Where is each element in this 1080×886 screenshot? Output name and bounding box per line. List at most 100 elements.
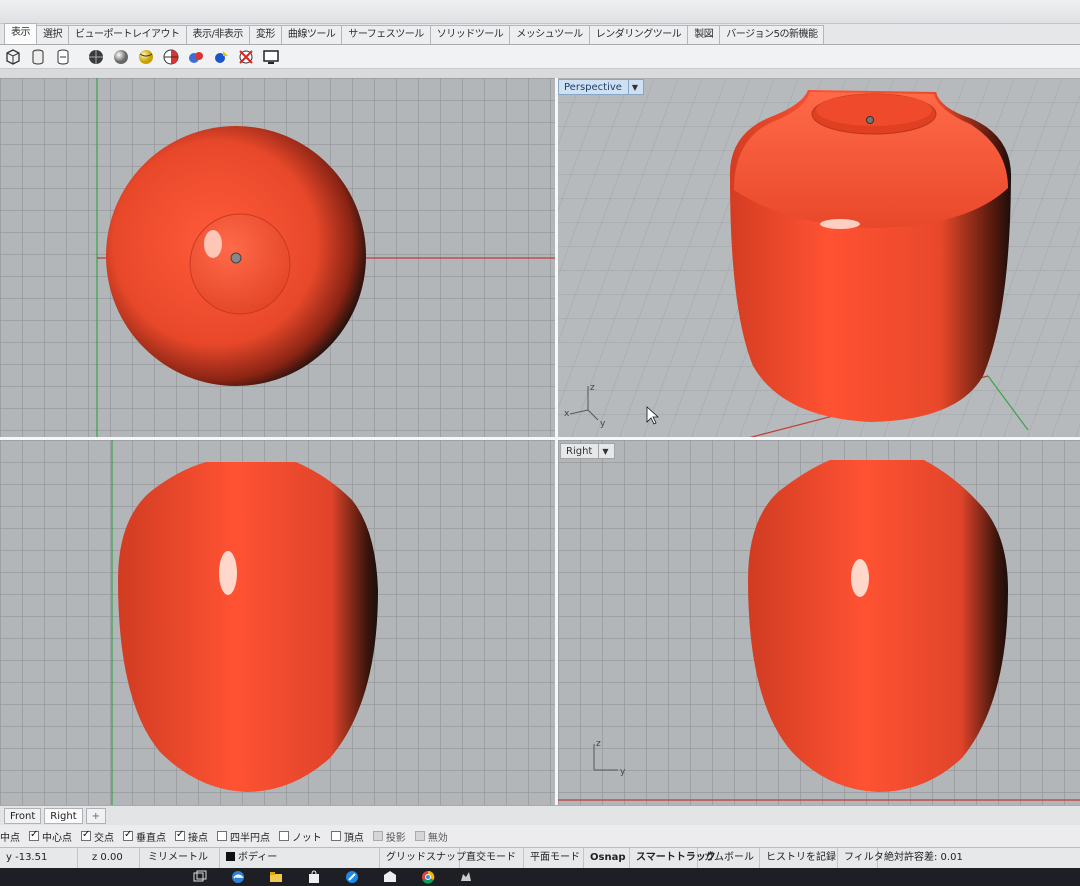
rhino-icon[interactable]: [456, 870, 476, 884]
tab-new-in-v5[interactable]: バージョン5の新機能: [719, 25, 825, 44]
gumball-toggle[interactable]: ガムボール: [698, 847, 760, 869]
display-toolbar: [0, 45, 1080, 69]
right-title: Right: [566, 445, 593, 457]
tab-select[interactable]: 選択: [36, 25, 69, 44]
osnap-vertex[interactable]: 頂点: [330, 829, 364, 844]
tab-render-tools[interactable]: レンダリングツール: [588, 25, 689, 44]
shaded-view-icon[interactable]: [27, 47, 48, 67]
grid-snap-toggle[interactable]: グリッドスナップ: [380, 847, 466, 869]
perspective-scene: z x y: [558, 78, 1080, 437]
osnap-tangent[interactable]: 接点: [175, 829, 208, 844]
viewport-tab-right[interactable]: Right: [44, 807, 83, 824]
paint-icon[interactable]: [342, 870, 362, 884]
tab-solid-tools[interactable]: ソリッドツール: [429, 25, 511, 44]
checkbox[interactable]: [29, 829, 39, 841]
perspective-viewport-label[interactable]: Perspective ▼: [558, 79, 645, 95]
render-icon[interactable]: [210, 47, 231, 67]
checkbox[interactable]: [123, 829, 133, 841]
front-highlight: [219, 551, 237, 595]
viewport-tab-front[interactable]: Front: [4, 807, 42, 824]
tab-curve-tools[interactable]: 曲線ツール: [280, 25, 343, 44]
ghosted-view-icon[interactable]: [85, 47, 106, 67]
store-icon[interactable]: [304, 870, 324, 884]
osnap-perpendicular[interactable]: 垂直点: [123, 829, 166, 844]
add-viewport-tab-button[interactable]: +: [85, 807, 107, 824]
egg-opening-inner: [816, 94, 932, 126]
light-icon[interactable]: [260, 47, 281, 67]
osnap-midpoint[interactable]: 中点: [0, 829, 20, 844]
wireframe-view-icon[interactable]: [2, 47, 23, 67]
chevron-down-icon[interactable]: ▼: [598, 443, 609, 459]
artistic-view-icon[interactable]: [160, 47, 181, 67]
rendered-view-icon[interactable]: [52, 47, 73, 67]
windows-taskbar: [0, 868, 1080, 886]
chevron-down-icon[interactable]: ▼: [627, 79, 638, 95]
top-viewport[interactable]: [0, 78, 555, 437]
top-hole-shape: [230, 252, 242, 264]
perspective-viewport[interactable]: z x y Perspective ▼: [558, 78, 1080, 437]
right-highlight: [851, 559, 869, 597]
mail-icon[interactable]: [380, 870, 400, 884]
technical-view-icon[interactable]: [135, 47, 156, 67]
viewport-divider-horizontal[interactable]: [0, 437, 1080, 440]
top-view-scene: [96, 78, 555, 437]
osnap-center[interactable]: 中心点: [29, 829, 72, 844]
osnap-toggle[interactable]: Osnap: [584, 847, 630, 869]
front-egg-shape: [118, 462, 378, 792]
tolerance-display: 絶対許容差: 0.01: [884, 851, 963, 863]
checkbox[interactable]: [372, 831, 383, 841]
edge-icon[interactable]: [228, 870, 248, 884]
tab-mesh-tools[interactable]: メッシュツール: [509, 25, 590, 44]
gizmo-z-label: z: [590, 383, 595, 393]
smarttrack-toggle[interactable]: スマートトラック: [630, 847, 716, 869]
right-egg-shape: [748, 460, 1008, 792]
osnap-quadrant[interactable]: 四半円点: [217, 829, 270, 844]
ortho-toggle[interactable]: 直交モード: [460, 847, 524, 869]
right-viewport-label[interactable]: Right ▼: [560, 443, 615, 459]
file-explorer-icon[interactable]: [266, 870, 286, 884]
current-layer[interactable]: ボディー: [220, 847, 380, 869]
osnap-knot[interactable]: ノット: [279, 829, 322, 844]
title-strip: [0, 0, 1080, 24]
perspective-title: Perspective: [564, 81, 622, 93]
checkbox[interactable]: [330, 831, 341, 841]
pen-view-icon[interactable]: [185, 47, 206, 67]
record-history-toggle[interactable]: ヒストリを記録: [760, 847, 838, 869]
checkbox[interactable]: [414, 831, 425, 841]
render-preview-icon[interactable]: [235, 47, 256, 67]
ribbon-tab-bar: 表示 選択 ビューポートレイアウト 表示/非表示 変形 曲線ツール サーフェスツ…: [0, 23, 1080, 45]
checkbox[interactable]: [175, 829, 185, 841]
coord-y: y -13.51: [0, 847, 78, 869]
gizmo-x-label: x: [564, 409, 570, 419]
checkbox[interactable]: [81, 829, 91, 841]
gizmo-y-label: y: [600, 419, 606, 429]
gizmo-y-label: y: [620, 767, 626, 777]
osnap-project[interactable]: 投影: [372, 829, 406, 844]
osnap-disable[interactable]: 無効: [414, 829, 448, 844]
checkbox[interactable]: [217, 831, 227, 841]
xray-view-icon[interactable]: [110, 47, 131, 67]
planar-toggle[interactable]: 平面モード: [524, 847, 584, 869]
chrome-icon[interactable]: [418, 870, 438, 884]
checkbox[interactable]: [279, 831, 289, 841]
top-highlight: [204, 230, 222, 258]
egg-highlight: [820, 219, 860, 229]
units-label: ミリメートル: [140, 847, 220, 869]
tab-transform[interactable]: 変形: [248, 25, 282, 44]
viewport-divider-vertical[interactable]: [555, 78, 558, 805]
filter-toggle[interactable]: フィルタ: [838, 847, 884, 869]
osnap-intersection[interactable]: 交点: [81, 829, 114, 844]
tab-show-hide[interactable]: 表示/非表示: [185, 25, 250, 44]
task-view-icon[interactable]: [190, 870, 210, 884]
viewport-tabs: Front Right +: [0, 805, 1080, 825]
tab-viewport-layout[interactable]: ビューポートレイアウト: [68, 25, 187, 44]
right-view-scene: z y: [558, 460, 1080, 801]
osnap-bar: 中点 中心点 交点 垂直点 接点 四半円点 ノット 頂点 投影 無効: [0, 825, 1080, 847]
egg-hole-shape: [866, 116, 874, 124]
front-viewport[interactable]: [0, 440, 555, 805]
tab-display[interactable]: 表示: [4, 23, 37, 44]
tab-drafting[interactable]: 製図: [687, 25, 721, 44]
right-viewport[interactable]: z y Right ▼: [558, 440, 1080, 805]
status-bar: y -13.51 z 0.00 ミリメートル ボディー グリッドスナップ 直交モ…: [0, 847, 1080, 869]
tab-surface-tools[interactable]: サーフェスツール: [341, 25, 431, 44]
